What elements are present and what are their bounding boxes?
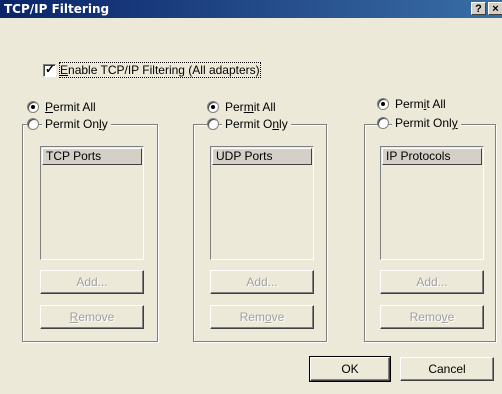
- tcp-ports-header: TCP Ports: [42, 148, 142, 165]
- udp-permit-all-radio[interactable]: [207, 101, 219, 113]
- tcp-add-button[interactable]: Add...: [40, 270, 144, 294]
- enable-filtering-label[interactable]: Enable TCP/IP Filtering (All adapters): [59, 62, 261, 78]
- close-button[interactable]: ×: [488, 2, 502, 15]
- udp-ports-listbox[interactable]: UDP Ports: [210, 146, 314, 260]
- tcp-permit-all-label[interactable]: Permit All: [45, 100, 96, 114]
- tcp-permit-only-radio[interactable]: [27, 118, 39, 130]
- ip-permit-all-radio[interactable]: [377, 98, 389, 110]
- tcpip-filtering-dialog: TCP/IP Filtering ? × ✓ Enable TCP/IP Fil…: [0, 0, 502, 394]
- udp-permit-only-label[interactable]: Permit Only: [222, 117, 291, 131]
- tcp-permit-all-radio[interactable]: [27, 101, 39, 113]
- enable-filtering-checkbox[interactable]: ✓: [43, 62, 56, 77]
- ip-remove-button[interactable]: Remove: [380, 305, 484, 329]
- ip-permit-only-label[interactable]: Permit Only: [392, 116, 461, 130]
- tcp-ports-listbox[interactable]: TCP Ports: [40, 146, 144, 260]
- udp-permit-only-radio[interactable]: [207, 118, 219, 130]
- tcp-remove-button[interactable]: Remove: [40, 305, 144, 329]
- udp-ports-header: UDP Ports: [212, 148, 312, 165]
- udp-add-button[interactable]: Add...: [210, 270, 314, 294]
- tcp-permit-only-label[interactable]: Permit Only: [42, 117, 111, 131]
- cancel-button[interactable]: Cancel: [400, 357, 494, 381]
- udp-permit-all-label[interactable]: Permit All: [225, 100, 276, 114]
- help-button[interactable]: ?: [471, 2, 486, 15]
- ip-permit-only-radio[interactable]: [377, 117, 389, 129]
- udp-remove-button[interactable]: Remove: [210, 305, 314, 329]
- radio-selected-dot: [211, 105, 215, 109]
- ip-protocols-listbox[interactable]: IP Protocols: [380, 146, 484, 260]
- check-mark-icon: ✓: [45, 62, 56, 76]
- title-bar[interactable]: TCP/IP Filtering ? ×: [0, 0, 502, 18]
- radio-selected-dot: [381, 102, 385, 106]
- window-title: TCP/IP Filtering: [4, 2, 110, 16]
- ip-permit-all-label[interactable]: Permit All: [395, 97, 446, 111]
- radio-selected-dot: [31, 105, 35, 109]
- ip-add-button[interactable]: Add...: [380, 270, 484, 294]
- ok-button[interactable]: OK: [309, 356, 391, 382]
- ip-protocols-header: IP Protocols: [382, 148, 482, 165]
